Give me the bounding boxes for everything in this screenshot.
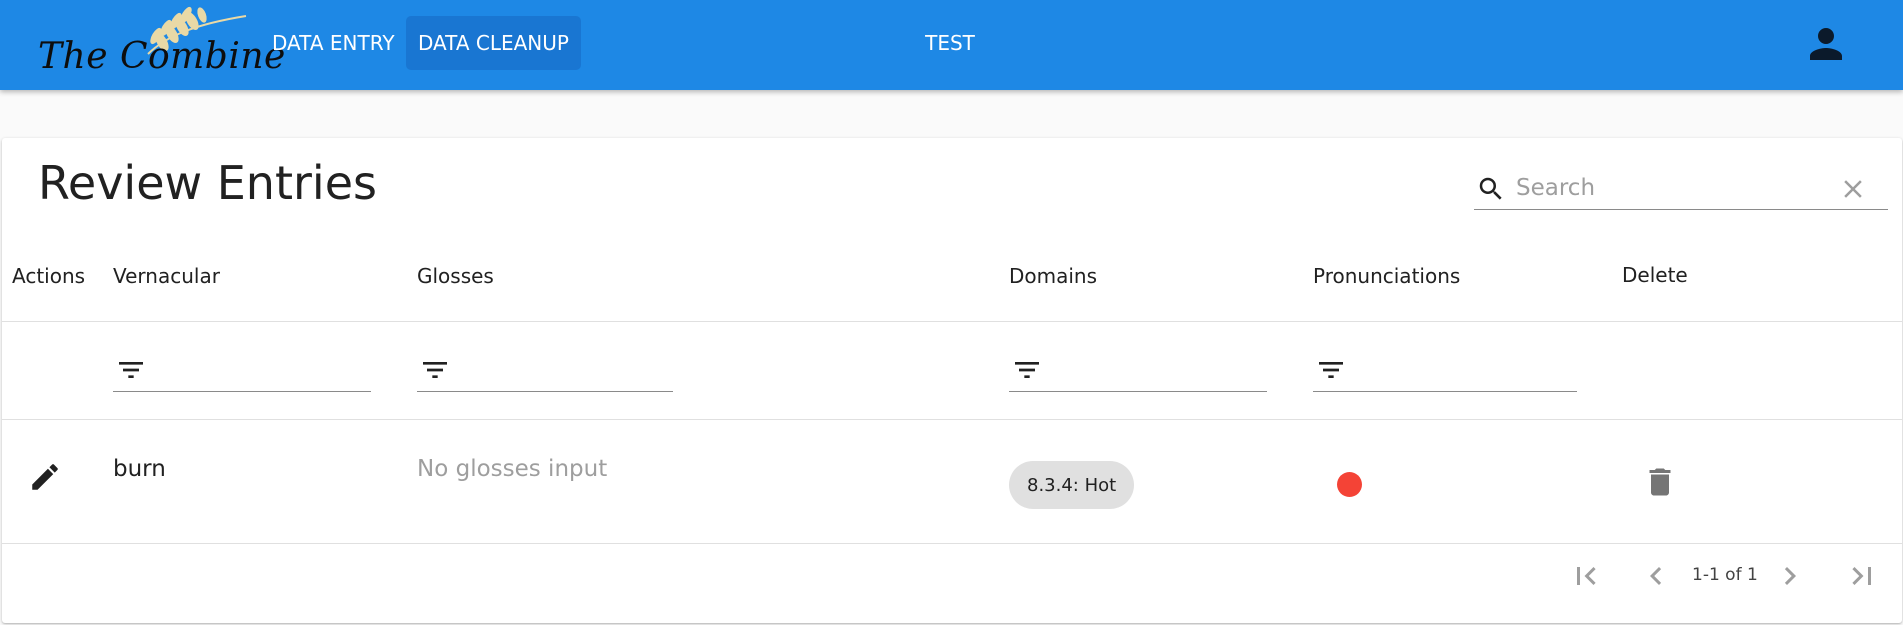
previous-page-icon[interactable] (1638, 558, 1674, 594)
column-header-delete: Delete (1622, 263, 1688, 287)
column-header-domains[interactable]: Domains (1009, 264, 1097, 288)
last-page-icon[interactable] (1844, 558, 1880, 594)
divider (2, 543, 1902, 544)
logo[interactable]: The Combine (36, 6, 285, 84)
first-page-icon[interactable] (1568, 558, 1604, 594)
filter-icon (1319, 362, 1343, 378)
app-bar: The Combine DATA ENTRY DATA CLEANUP TEST (0, 0, 1903, 90)
column-header-actions: Actions (12, 264, 86, 288)
divider (2, 321, 1902, 322)
clear-search-icon[interactable] (1838, 174, 1868, 204)
logo-text: The Combine (38, 36, 286, 77)
glosses-filter-input[interactable] (417, 346, 673, 392)
divider (2, 419, 1902, 420)
search-box (1474, 168, 1888, 210)
edit-icon[interactable] (28, 460, 62, 494)
column-header-glosses[interactable]: Glosses (417, 264, 494, 288)
delete-icon[interactable] (1642, 464, 1678, 500)
pronunciations-filter-input[interactable] (1313, 346, 1577, 392)
vernacular-cell[interactable]: burn (113, 456, 166, 482)
nav-data-cleanup-button[interactable]: DATA CLEANUP (406, 16, 581, 70)
review-entries-card: Review Entries Actions Vernacular Glosse… (2, 138, 1902, 623)
pagination-range: 1-1 of 1 (1692, 565, 1758, 585)
vernacular-filter-input[interactable] (113, 346, 371, 392)
filter-icon (423, 362, 447, 378)
domains-filter-input[interactable] (1009, 346, 1267, 392)
page-title: Review Entries (38, 156, 377, 210)
next-page-icon[interactable] (1772, 558, 1808, 594)
domain-chip[interactable]: 8.3.4: Hot (1009, 461, 1135, 509)
filter-icon (1015, 362, 1039, 378)
search-input[interactable] (1514, 170, 1834, 206)
column-header-pronunciations[interactable]: Pronunciations (1313, 264, 1460, 288)
filter-icon (119, 362, 143, 378)
project-name-button[interactable]: TEST (900, 16, 1000, 70)
search-icon (1479, 177, 1502, 200)
play-pronunciation-button[interactable] (1337, 472, 1362, 497)
account-icon (1810, 28, 1842, 60)
column-header-vernacular[interactable]: Vernacular (113, 264, 220, 288)
nav-data-entry-button[interactable]: DATA ENTRY (260, 16, 407, 70)
glosses-cell[interactable]: No glosses input (417, 456, 607, 482)
user-menu-button[interactable] (1802, 20, 1850, 68)
